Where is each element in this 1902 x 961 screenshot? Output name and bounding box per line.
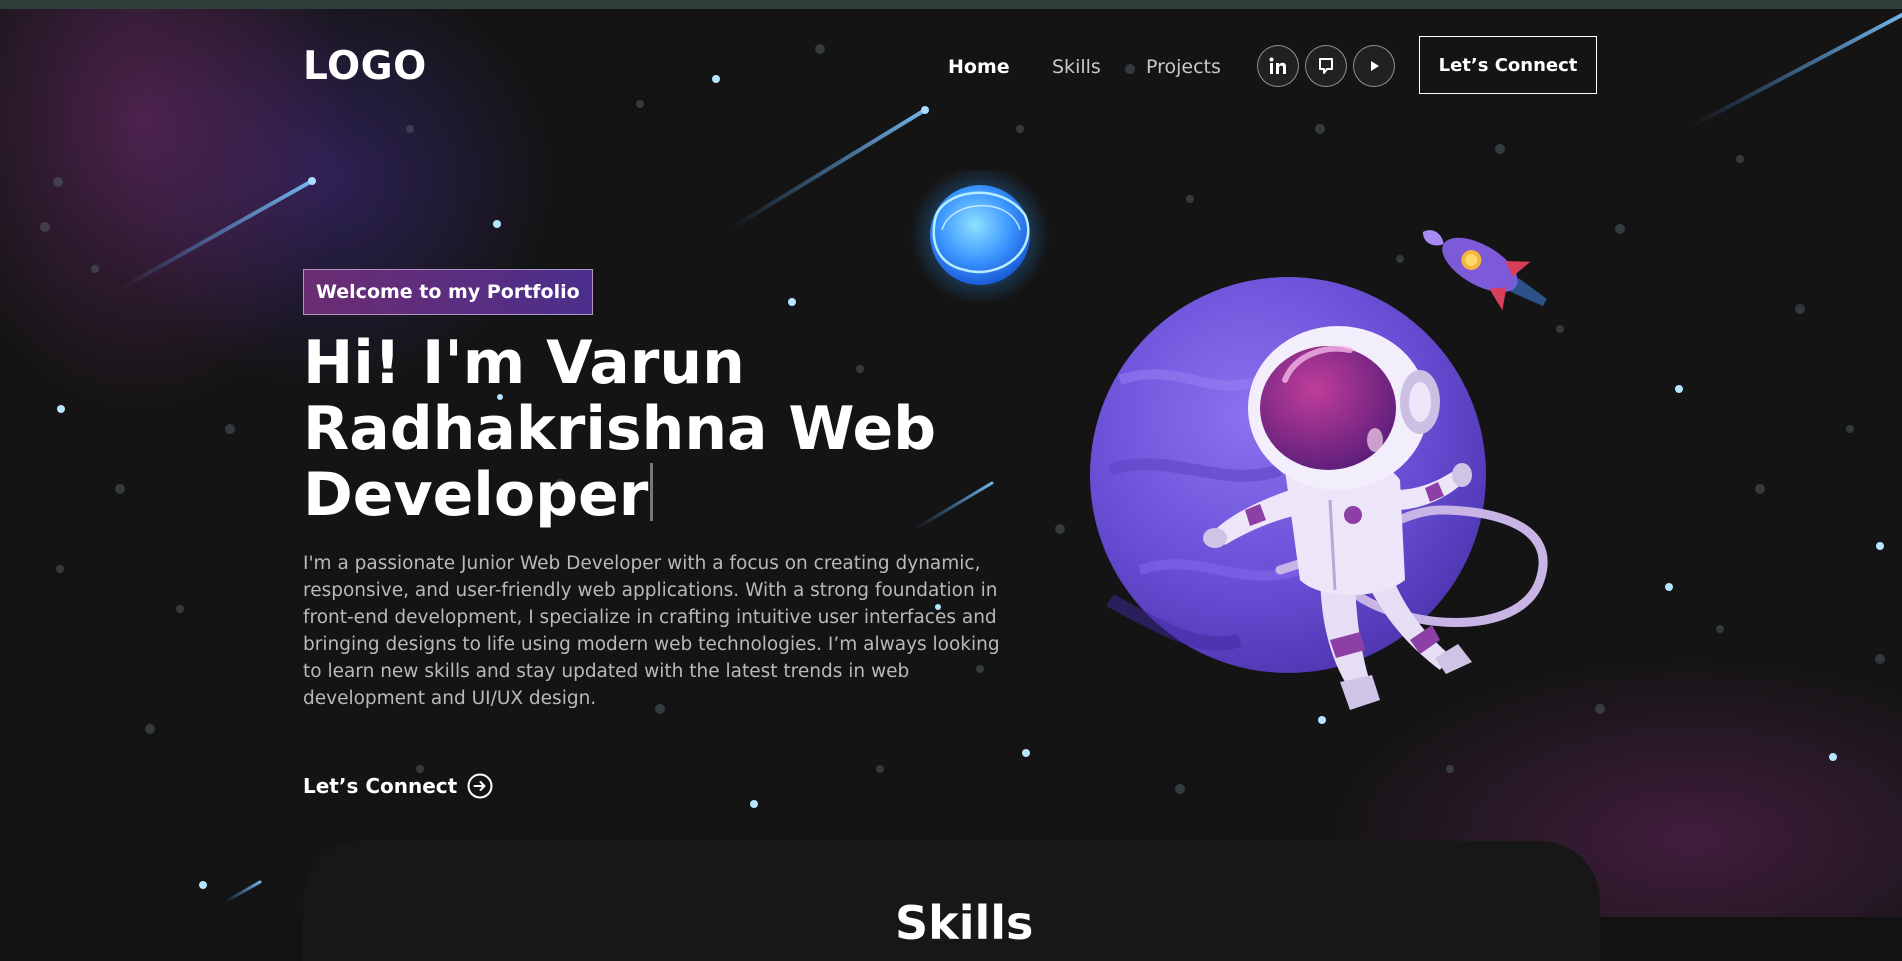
hero-connect-label: Let’s Connect <box>303 774 458 798</box>
welcome-badge: Welcome to my Portfolio <box>303 269 593 315</box>
hero-title: Hi! I'm Varun Radhakrishna Web Developer <box>303 330 943 528</box>
play-icon <box>1371 61 1379 71</box>
skills-title: Skills <box>895 896 1034 950</box>
hero-title-text: Hi! I'm Varun Radhakrishna Web Developer <box>303 328 937 530</box>
arrow-right-circle-icon <box>467 773 493 799</box>
linkedin-icon <box>1269 57 1286 74</box>
typing-caret <box>650 463 654 521</box>
logo[interactable]: LOGO <box>303 44 427 89</box>
nav-connect-button[interactable]: Let’s Connect <box>1419 36 1597 94</box>
hero-connect-link[interactable]: Let’s Connect <box>303 773 493 799</box>
github-icon <box>1319 58 1333 74</box>
nav-projects[interactable]: Projects <box>1146 56 1221 78</box>
nav-home[interactable]: Home <box>948 56 1010 78</box>
play-button[interactable] <box>1353 45 1395 87</box>
github-button[interactable] <box>1305 45 1347 87</box>
browser-top-strip <box>0 0 1902 9</box>
linkedin-button[interactable] <box>1257 45 1299 87</box>
nav-skills[interactable]: Skills <box>1052 56 1101 78</box>
hero-description: I'm a passionate Junior Web Developer wi… <box>303 553 1000 709</box>
